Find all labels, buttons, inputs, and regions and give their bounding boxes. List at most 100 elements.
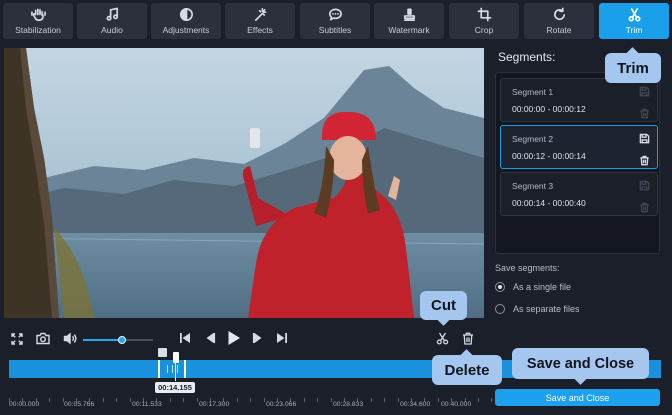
tool-label: Stabilization	[15, 25, 61, 35]
segment-item[interactable]: Segment 1 00:00:00 - 00:00:12	[500, 78, 658, 122]
timeline-selected-segment[interactable]	[158, 360, 186, 378]
previous-frame-icon[interactable]	[204, 332, 216, 344]
save-segments-label: Save segments:	[495, 263, 560, 273]
ruler-tick	[397, 398, 399, 402]
ruler-tick	[437, 398, 439, 402]
segments-title: Segments:	[498, 50, 556, 64]
segment-range: 00:00:14 - 00:00:40	[512, 198, 586, 208]
ruler-tick	[263, 398, 265, 402]
save-icon[interactable]	[639, 131, 650, 144]
video-preview	[4, 48, 484, 318]
current-time-badge: 00:14.155	[155, 382, 195, 393]
save-icon[interactable]	[639, 178, 650, 191]
ruler-tick	[116, 398, 118, 402]
radio-label: As separate files	[513, 304, 580, 314]
trash-icon[interactable]	[639, 106, 650, 119]
timeline-tick-label: 00:40.000	[441, 401, 472, 408]
trash-icon[interactable]	[639, 153, 650, 166]
tool-label: Adjustments	[162, 25, 210, 35]
radio-separate-files[interactable]: As separate files	[495, 302, 655, 316]
radio-indicator[interactable]	[495, 304, 505, 314]
volume-slider-handle[interactable]	[117, 336, 126, 344]
ruler-tick	[330, 398, 332, 402]
ruler-tick	[169, 398, 171, 402]
save-icon[interactable]	[639, 84, 650, 97]
contrast-icon	[179, 8, 193, 21]
volume-slider[interactable]	[83, 336, 153, 344]
stamp-icon	[403, 8, 415, 21]
volume-icon[interactable]	[63, 332, 77, 345]
radio-indicator[interactable]	[495, 282, 505, 292]
callout-delete: Delete	[432, 355, 502, 385]
timeline-tick-label: 00:17.300	[199, 401, 230, 408]
tool-label: Watermark	[388, 25, 430, 35]
rotate-icon	[553, 7, 565, 21]
segment-range: 00:00:00 - 00:00:12	[512, 104, 586, 114]
music-note-icon	[106, 7, 118, 21]
timeline-tick-label: 00:05.766	[64, 401, 95, 408]
tool-watermark[interactable]: Watermark	[374, 3, 444, 39]
cut-marker-icon[interactable]	[158, 348, 167, 357]
ruler-tick	[317, 398, 319, 402]
cut-scissors-icon[interactable]	[436, 332, 449, 345]
fullscreen-icon[interactable]	[11, 333, 23, 345]
segment-name: Segment 3	[512, 181, 554, 191]
ruler-tick	[236, 398, 238, 402]
segment-name: Segment 2	[512, 134, 554, 144]
tool-label: Effects	[247, 25, 273, 35]
ruler-tick	[250, 398, 252, 402]
timeline-tick-label: 00:34.600	[400, 401, 431, 408]
ruler-tick	[196, 398, 198, 402]
tool-crop[interactable]: Crop	[449, 3, 519, 39]
radio-single-file[interactable]: As a single file	[495, 280, 655, 294]
ruler-tick	[129, 398, 131, 402]
timeline-tick-label: 00:00.000	[9, 401, 40, 408]
ruler-tick	[491, 398, 493, 402]
delete-trash-icon[interactable]	[462, 332, 474, 345]
tool-adjustments[interactable]: Adjustments	[151, 3, 221, 39]
tool-effects[interactable]: Effects	[225, 3, 295, 39]
playhead-line	[175, 362, 176, 381]
effects-toolbar: Stabilization Audio Adjustments Effects …	[0, 0, 672, 42]
tool-subtitles[interactable]: Subtitles	[300, 3, 370, 39]
play-icon[interactable]	[227, 330, 241, 346]
snapshot-camera-icon[interactable]	[36, 332, 50, 345]
callout-cut: Cut	[420, 291, 467, 320]
skip-to-start-icon[interactable]	[179, 332, 191, 344]
segment-item-selected[interactable]: Segment 2 00:00:12 - 00:00:14	[500, 125, 658, 169]
crop-icon	[477, 7, 491, 22]
tool-label: Subtitles	[318, 25, 352, 35]
save-and-close-button[interactable]: Save and Close	[495, 389, 660, 406]
ruler-tick	[303, 398, 305, 402]
ruler-tick	[478, 398, 479, 402]
ruler-tick	[102, 398, 104, 402]
tool-label: Trim	[625, 25, 643, 35]
tool-audio[interactable]: Audio	[77, 3, 147, 39]
timeline-tick-label: 00:28.833	[333, 401, 364, 408]
ruler-tick	[183, 398, 185, 402]
tool-trim[interactable]: Trim	[599, 3, 669, 39]
callout-trim: Trim	[605, 53, 661, 83]
timeline-tick-label: 00:11.533	[132, 401, 162, 408]
ruler-tick	[384, 398, 386, 402]
playhead-handle[interactable]	[173, 352, 179, 363]
segments-list: Segment 1 00:00:00 - 00:00:12 Segment 2 …	[495, 72, 660, 254]
segment-range: 00:00:12 - 00:00:14	[512, 151, 586, 161]
radio-label: As a single file	[513, 282, 572, 292]
ruler-tick	[49, 398, 51, 402]
video-frame-image	[4, 48, 484, 318]
segment-name: Segment 1	[512, 87, 554, 97]
callout-save-and-close: Save and Close	[512, 348, 649, 379]
tool-stabilization[interactable]: Stabilization	[3, 3, 73, 39]
skip-to-end-icon[interactable]	[276, 332, 288, 344]
scissors-icon	[628, 8, 640, 22]
next-frame-icon[interactable]	[252, 332, 264, 344]
tool-label: Rotate	[546, 25, 572, 35]
ruler-tick	[370, 398, 372, 402]
timeline-tick-label: 00:23.066	[266, 401, 297, 408]
segment-item[interactable]: Segment 3 00:00:14 - 00:00:40	[500, 172, 658, 216]
hand-icon	[30, 8, 46, 21]
tool-label: Audio	[101, 25, 123, 35]
tool-rotate[interactable]: Rotate	[524, 3, 594, 39]
trash-icon[interactable]	[639, 200, 650, 213]
